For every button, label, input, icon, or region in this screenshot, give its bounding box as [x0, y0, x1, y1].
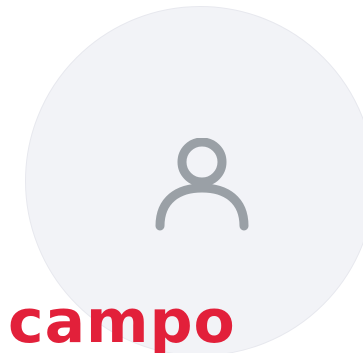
- profile-page: campo: [0, 0, 363, 353]
- brand-wordmark: campo: [8, 287, 236, 353]
- user-icon: [155, 138, 249, 231]
